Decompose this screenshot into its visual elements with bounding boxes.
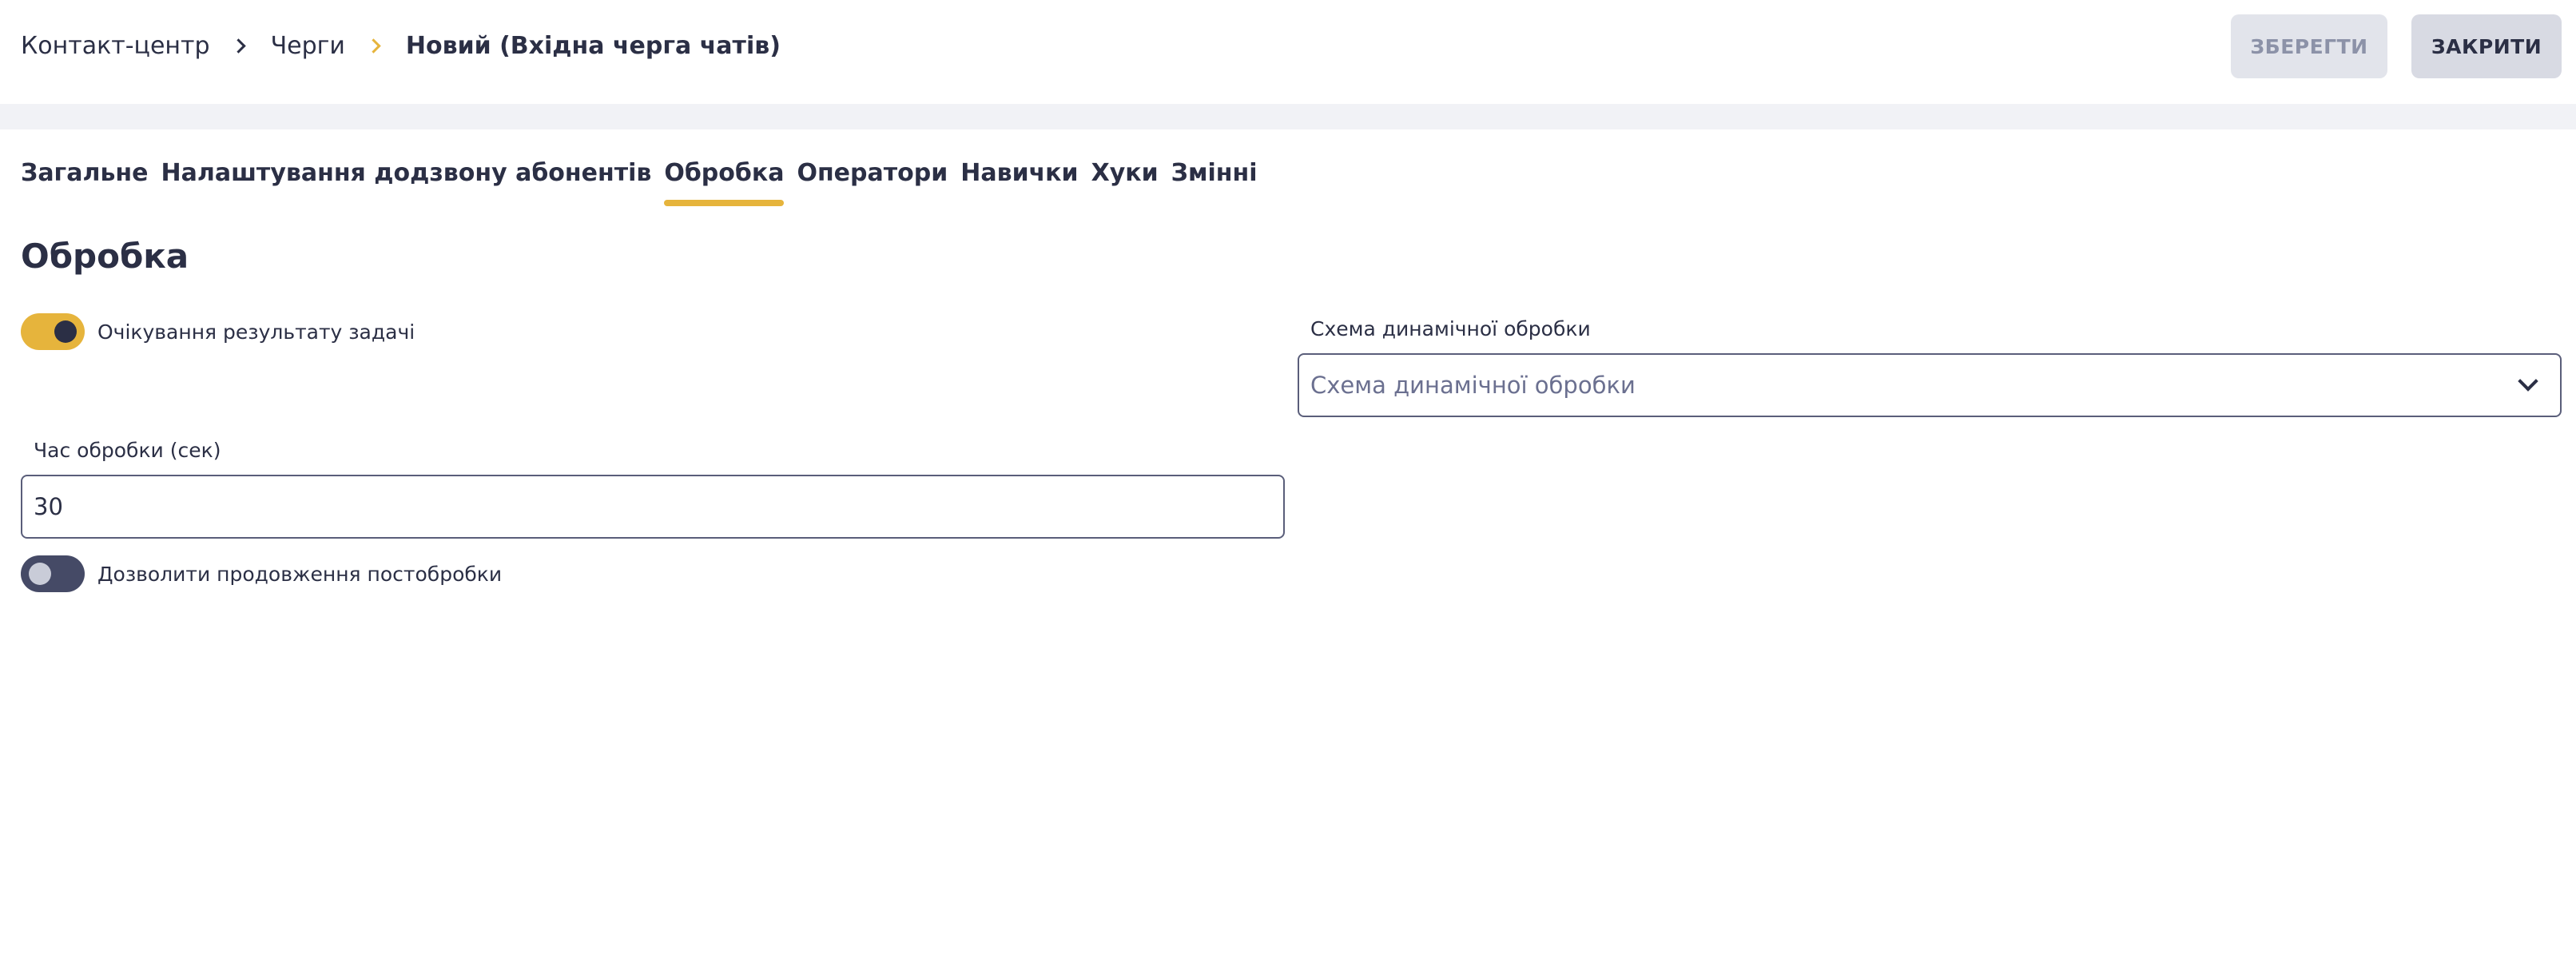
tab-hooks[interactable]: Хуки xyxy=(1091,157,1159,206)
tab-dialing-settings[interactable]: Налаштування додзвону абонентів xyxy=(161,157,652,206)
processing-time-input[interactable] xyxy=(21,475,1285,539)
allow-extension-toggle-label: Дозволити продовження постобробки xyxy=(97,562,503,586)
chevron-down-icon xyxy=(2518,376,2536,393)
tab-skills[interactable]: Навички xyxy=(960,157,1078,206)
tab-general[interactable]: Загальне xyxy=(21,157,149,206)
dynamic-scheme-placeholder: Схема динамічної обробки xyxy=(1310,372,1636,399)
allow-extension-toggle[interactable] xyxy=(21,555,85,592)
page-header: Контакт-центр Черги Новий (Вхідна черга … xyxy=(0,0,2576,104)
tab-variables[interactable]: Змінні xyxy=(1171,157,1258,206)
processing-time-label: Час обробки (сек) xyxy=(34,439,221,462)
chevron-right-icon xyxy=(231,38,247,54)
allow-extension-toggle-row: Дозволити продовження постобробки xyxy=(21,555,502,592)
section-title: Обробка xyxy=(21,237,189,276)
toggle-knob xyxy=(54,320,77,343)
dynamic-scheme-label: Схема динамічної обробки xyxy=(1310,317,1591,340)
close-button[interactable]: ЗАКРИТИ xyxy=(2411,14,2562,78)
dynamic-scheme-select[interactable]: Схема динамічної обробки xyxy=(1298,353,2562,417)
wait-result-toggle-label: Очікування результату задачі xyxy=(97,320,415,344)
header-divider-band xyxy=(0,104,2576,129)
tab-bar: Загальне Налаштування додзвону абонентів… xyxy=(21,157,1258,206)
breadcrumb-item-queues[interactable]: Черги xyxy=(271,32,345,60)
breadcrumb-item-contact-center[interactable]: Контакт-центр xyxy=(21,32,210,60)
tab-operators[interactable]: Оператори xyxy=(797,157,948,206)
save-button[interactable]: ЗБЕРЕГТИ xyxy=(2231,14,2387,78)
chevron-right-icon xyxy=(366,38,382,54)
wait-result-toggle-row: Очікування результату задачі xyxy=(21,313,415,350)
tab-processing[interactable]: Обробка xyxy=(664,157,785,206)
breadcrumb-current: Новий (Вхідна черга чатів) xyxy=(405,31,781,60)
wait-result-toggle[interactable] xyxy=(21,313,85,350)
toggle-knob xyxy=(29,563,51,585)
breadcrumb: Контакт-центр Черги Новий (Вхідна черга … xyxy=(21,29,781,62)
